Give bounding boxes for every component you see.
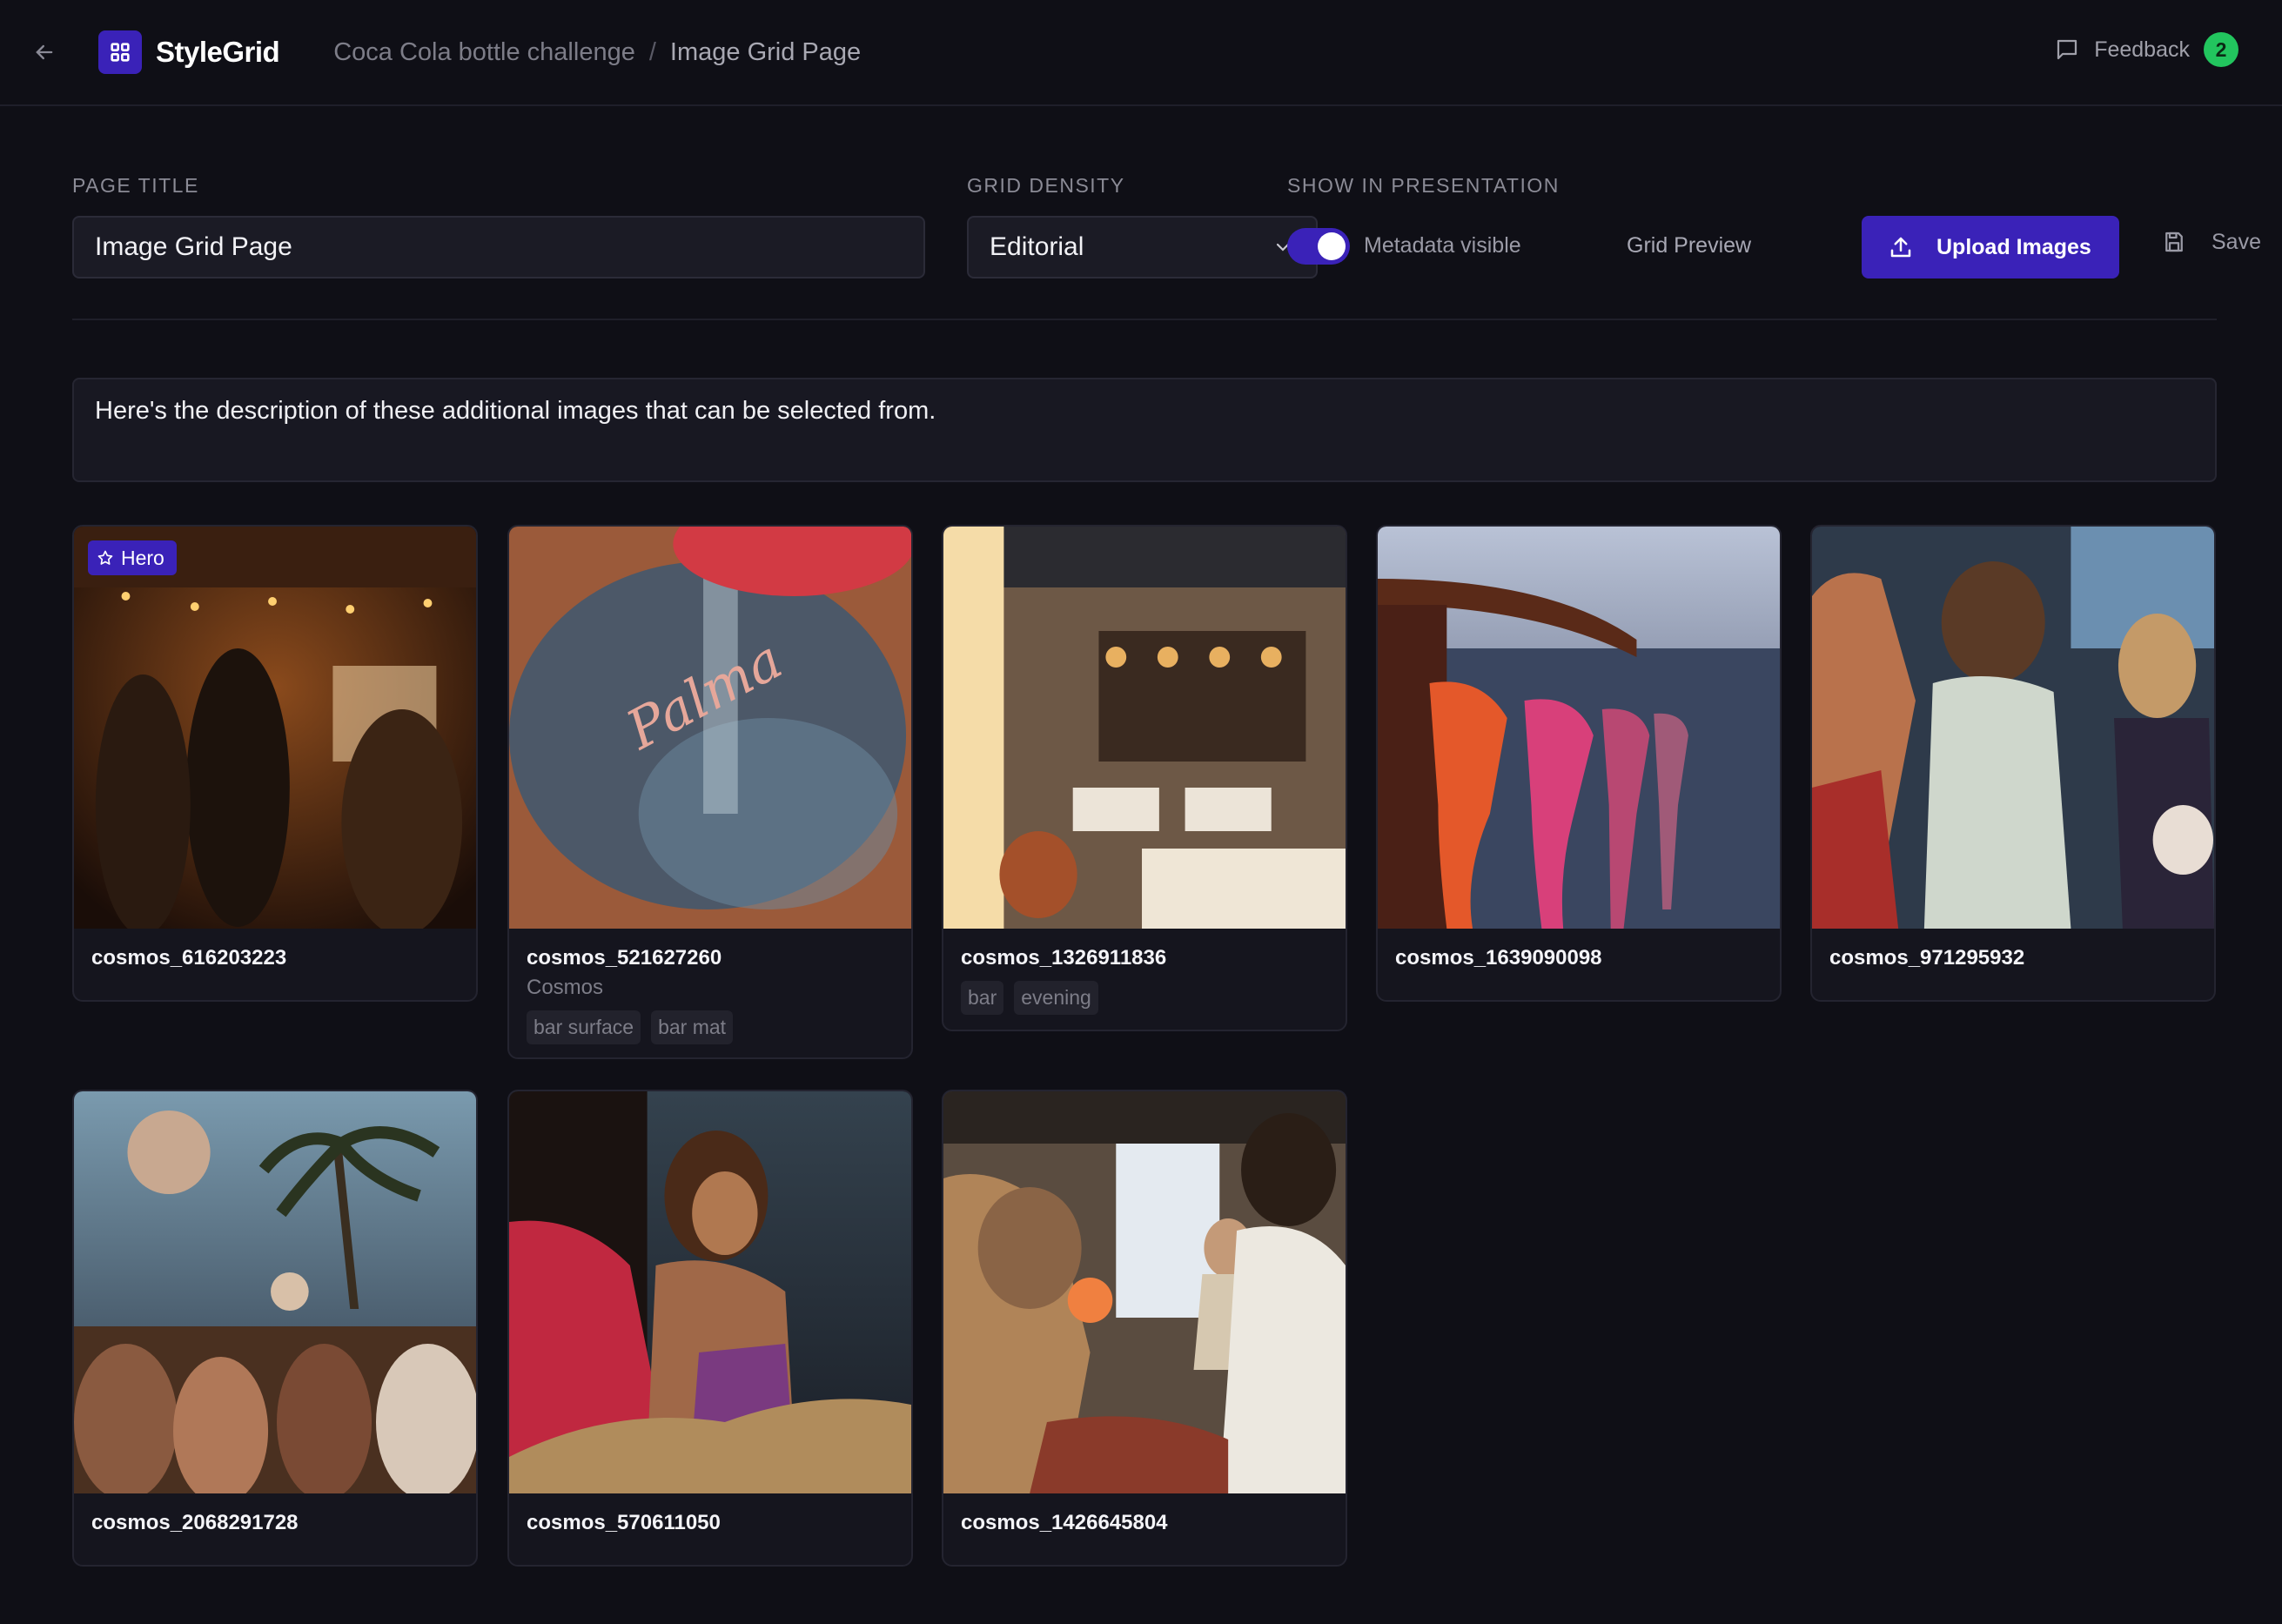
tag[interactable]: evening — [1014, 981, 1098, 1015]
message-square-icon — [2054, 36, 2082, 64]
page-settings: PAGE TITLE GRID DENSITY Editorial SHOW I… — [72, 171, 2261, 319]
image-filename: cosmos_1326911836 — [961, 946, 1167, 970]
image-card[interactable]: cosmos_1326911836 bar evening — [942, 525, 1347, 1031]
image-thumbnail[interactable]: Palma — [509, 527, 911, 929]
description-textarea[interactable]: Here's the description of these addition… — [72, 378, 2217, 482]
tag-list: bar evening — [943, 970, 1346, 1015]
feedback-count-badge: 2 — [2204, 32, 2238, 67]
star-icon — [97, 548, 116, 567]
save-button[interactable]: Save — [2161, 228, 2261, 256]
image-filename: cosmos_616203223 — [91, 946, 287, 970]
image-filename: cosmos_570611050 — [527, 1511, 721, 1534]
tag[interactable]: bar mat — [651, 1010, 734, 1044]
back-arrow-icon[interactable] — [30, 38, 58, 66]
grid-density-value: Editorial — [990, 232, 1084, 261]
toggle-knob — [1318, 232, 1346, 260]
upload-icon — [1888, 233, 1916, 261]
app-logo-icon — [98, 30, 142, 74]
metadata-visible-label: Metadata visible — [1364, 233, 1521, 258]
app-name: StyleGrid — [156, 36, 280, 68]
image-card[interactable]: cosmos_971295932 — [1810, 525, 2216, 1002]
image-thumbnail[interactable] — [943, 527, 1346, 929]
section-divider — [72, 319, 2217, 320]
breadcrumb-current-page: Image Grid Page — [669, 37, 862, 66]
show-in-presentation-label: SHOW IN PRESENTATION — [1287, 174, 1560, 197]
tag[interactable]: bar surface — [527, 1010, 641, 1044]
image-thumbnail[interactable] — [74, 1091, 476, 1493]
tag[interactable]: bar — [961, 981, 1004, 1015]
page-title-input[interactable] — [72, 216, 925, 278]
breadcrumb-separator: / — [648, 37, 656, 66]
image-thumbnail[interactable] — [1812, 527, 2214, 929]
image-filename: cosmos_1426645804 — [961, 1511, 1168, 1534]
image-thumbnail[interactable] — [943, 1091, 1346, 1493]
hero-badge: Hero — [88, 540, 177, 575]
image-card[interactable]: cosmos_1639090098 — [1376, 525, 1782, 1002]
image-card[interactable]: cosmos_570611050 — [507, 1090, 913, 1567]
save-icon — [2161, 228, 2189, 256]
image-card[interactable]: Hero cosmos_616203223 — [72, 525, 478, 1002]
image-filename: cosmos_971295932 — [1829, 946, 2025, 970]
upload-images-button[interactable]: Upload Images — [1862, 216, 2119, 278]
top-bar: StyleGrid Coca Cola bottle challenge / I… — [0, 0, 2282, 106]
save-label: Save — [2212, 229, 2261, 254]
upload-images-label: Upload Images — [1936, 234, 2091, 259]
image-card[interactable]: Palma cosmos_521627260 Cosmos bar surfac… — [507, 525, 913, 1059]
hero-label: Hero — [121, 546, 164, 569]
breadcrumb: Coca Cola bottle challenge / Image Grid … — [333, 38, 861, 67]
image-filename: cosmos_521627260 — [527, 946, 722, 970]
grid-preview-button[interactable]: Grid Preview — [1627, 233, 1751, 258]
image-source: Cosmos — [527, 976, 604, 999]
grid-density-select[interactable]: Editorial — [967, 216, 1318, 278]
image-thumbnail[interactable]: Hero — [74, 527, 476, 929]
breadcrumb-project-link[interactable]: Coca Cola bottle challenge — [333, 38, 635, 67]
tag-list: bar surface bar mat — [509, 1000, 911, 1044]
image-thumbnail[interactable] — [509, 1091, 911, 1493]
image-filename: cosmos_1639090098 — [1395, 946, 1602, 970]
image-card[interactable]: cosmos_2068291728 — [72, 1090, 478, 1567]
image-card[interactable]: cosmos_1426645804 — [942, 1090, 1347, 1567]
metadata-visible-toggle[interactable] — [1287, 228, 1350, 265]
feedback-label: Feedback — [2094, 37, 2190, 62]
page-title-label: PAGE TITLE — [72, 174, 199, 197]
image-thumbnail[interactable] — [1378, 527, 1780, 929]
grid-density-label: GRID DENSITY — [967, 174, 1125, 197]
image-filename: cosmos_2068291728 — [91, 1511, 299, 1534]
feedback-button[interactable]: Feedback 2 — [2054, 32, 2238, 67]
